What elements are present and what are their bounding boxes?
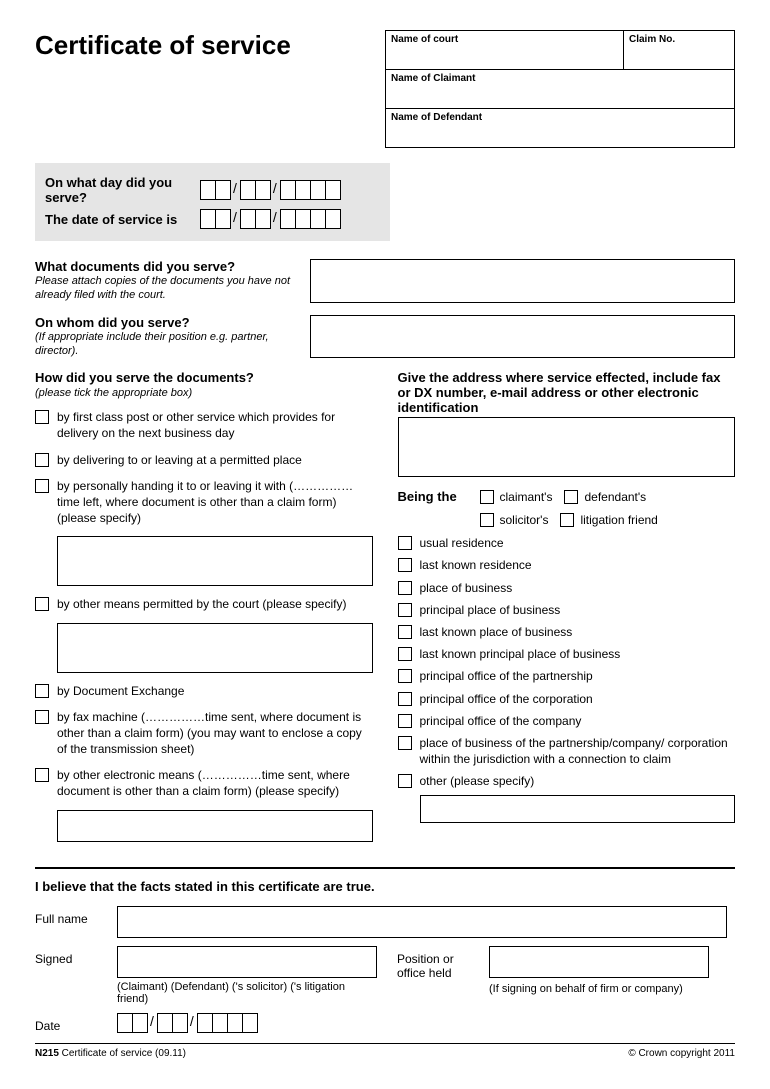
place-last-known-principal: last known principal place of business <box>420 646 736 662</box>
fullname-input[interactable] <box>117 906 727 938</box>
place-jurisdiction: place of business of the partnership/com… <box>420 735 736 767</box>
checkbox-permitted-place[interactable] <box>35 453 49 467</box>
checkbox-other-means[interactable] <box>35 597 49 611</box>
service-date-input[interactable]: / / <box>200 209 340 229</box>
checkbox-defendants[interactable] <box>564 490 578 504</box>
how-served-hint: (please tick the appropriate box) <box>35 387 373 399</box>
how-served-column: How did you serve the documents? (please… <box>35 370 373 851</box>
form-code: N215 <box>35 1048 59 1059</box>
checkbox-last-known-residence[interactable] <box>398 558 412 572</box>
court-details-box: Name of court Claim No. Name of Claimant… <box>385 30 735 148</box>
footer: N215 Certificate of service (09.11) © Cr… <box>35 1043 735 1059</box>
other-means-specify-box[interactable] <box>57 623 373 673</box>
how-served-head: How did you serve the documents? <box>35 370 373 385</box>
opt-permitted-place: by delivering to or leaving at a permitt… <box>57 452 373 468</box>
checkbox-solicitors[interactable] <box>480 513 494 527</box>
signed-input[interactable] <box>117 946 377 978</box>
checkbox-partnership-office[interactable] <box>398 669 412 683</box>
whom-served-label: On whom did you serve? (If appropriate i… <box>35 315 295 359</box>
documents-served-input[interactable] <box>310 259 735 303</box>
date-block: On what day did you serve? / / The date … <box>35 163 390 241</box>
opt-first-class-post: by first class post or other service whi… <box>57 409 373 441</box>
fullname-label: Full name <box>35 906 105 926</box>
place-last-known-business: last known place of business <box>420 624 736 640</box>
serve-day-label: On what day did you serve? <box>45 175 200 205</box>
documents-served-label: What documents did you serve? Please att… <box>35 259 295 303</box>
checkbox-electronic[interactable] <box>35 768 49 782</box>
place-other: other (please specify) <box>420 773 736 789</box>
address-column: Give the address where service effected,… <box>398 370 736 851</box>
checkbox-claimants[interactable] <box>480 490 494 504</box>
checkbox-last-known-business[interactable] <box>398 625 412 639</box>
checkbox-usual-residence[interactable] <box>398 536 412 550</box>
role-defendants: defendant's <box>584 490 646 504</box>
place-principal-business: principal place of business <box>420 602 736 618</box>
checkbox-principal-place-business[interactable] <box>398 603 412 617</box>
checkbox-fax[interactable] <box>35 710 49 724</box>
place-corporation-office: principal office of the corporation <box>420 691 736 707</box>
checkbox-other-place[interactable] <box>398 774 412 788</box>
position-label: Position or office held <box>397 946 477 980</box>
opt-electronic: by other electronic means (……………time sen… <box>57 767 373 799</box>
role-litigation-friend: litigation friend <box>580 513 657 527</box>
checkbox-document-exchange[interactable] <box>35 684 49 698</box>
place-partnership-office: principal office of the partnership <box>420 668 736 684</box>
opt-document-exchange: by Document Exchange <box>57 683 373 699</box>
place-business: place of business <box>420 580 736 596</box>
signed-sub: (Claimant) (Defendant) ('s solicitor) ('… <box>117 981 377 1005</box>
form-desc: Certificate of service (09.11) <box>59 1048 186 1059</box>
statement-of-truth: I believe that the facts stated in this … <box>35 879 735 894</box>
checkbox-company-office[interactable] <box>398 714 412 728</box>
other-place-specify-box[interactable] <box>420 795 736 823</box>
serve-day-input[interactable]: / / <box>200 180 340 200</box>
opt-other-means: by other means permitted by the court (p… <box>57 596 373 612</box>
place-usual-residence: usual residence <box>420 535 736 551</box>
place-company-office: principal office of the company <box>420 713 736 729</box>
checkbox-place-business[interactable] <box>398 581 412 595</box>
opt-fax: by fax machine (……………time sent, where do… <box>57 709 373 758</box>
electronic-specify-box[interactable] <box>57 810 373 842</box>
defendant-name-field[interactable]: Name of Defendant <box>386 109 734 147</box>
checkbox-corporation-office[interactable] <box>398 692 412 706</box>
whom-served-input[interactable] <box>310 315 735 359</box>
position-sub: (If signing on behalf of firm or company… <box>489 983 735 995</box>
opt-personally-handing: by personally handing it to or leaving i… <box>57 478 373 527</box>
signed-label: Signed <box>35 946 105 966</box>
being-the-label: Being the <box>398 489 468 504</box>
claimant-name-field[interactable]: Name of Claimant <box>386 70 734 108</box>
checkbox-personally-handing[interactable] <box>35 479 49 493</box>
service-date-label: The date of service is <box>45 212 200 227</box>
role-claimants: claimant's <box>500 490 553 504</box>
checkbox-first-class-post[interactable] <box>35 410 49 424</box>
checkbox-litigation-friend[interactable] <box>560 513 574 527</box>
personally-specify-box[interactable] <box>57 536 373 586</box>
claim-no-field[interactable]: Claim No. <box>624 31 734 69</box>
place-last-known-residence: last known residence <box>420 557 736 573</box>
checkbox-jurisdiction-place[interactable] <box>398 736 412 750</box>
signature-date-input[interactable]: / / <box>117 1013 257 1033</box>
page-title: Certificate of service <box>35 30 365 148</box>
divider <box>35 867 735 869</box>
copyright: © Crown copyright 2011 <box>628 1048 735 1059</box>
checkbox-last-known-principal[interactable] <box>398 647 412 661</box>
address-input[interactable] <box>398 417 736 477</box>
position-input[interactable] <box>489 946 709 978</box>
role-solicitors: solicitor's <box>500 513 549 527</box>
address-head: Give the address where service effected,… <box>398 370 736 415</box>
date-label: Date <box>35 1013 105 1033</box>
court-name-field[interactable]: Name of court <box>386 31 624 69</box>
